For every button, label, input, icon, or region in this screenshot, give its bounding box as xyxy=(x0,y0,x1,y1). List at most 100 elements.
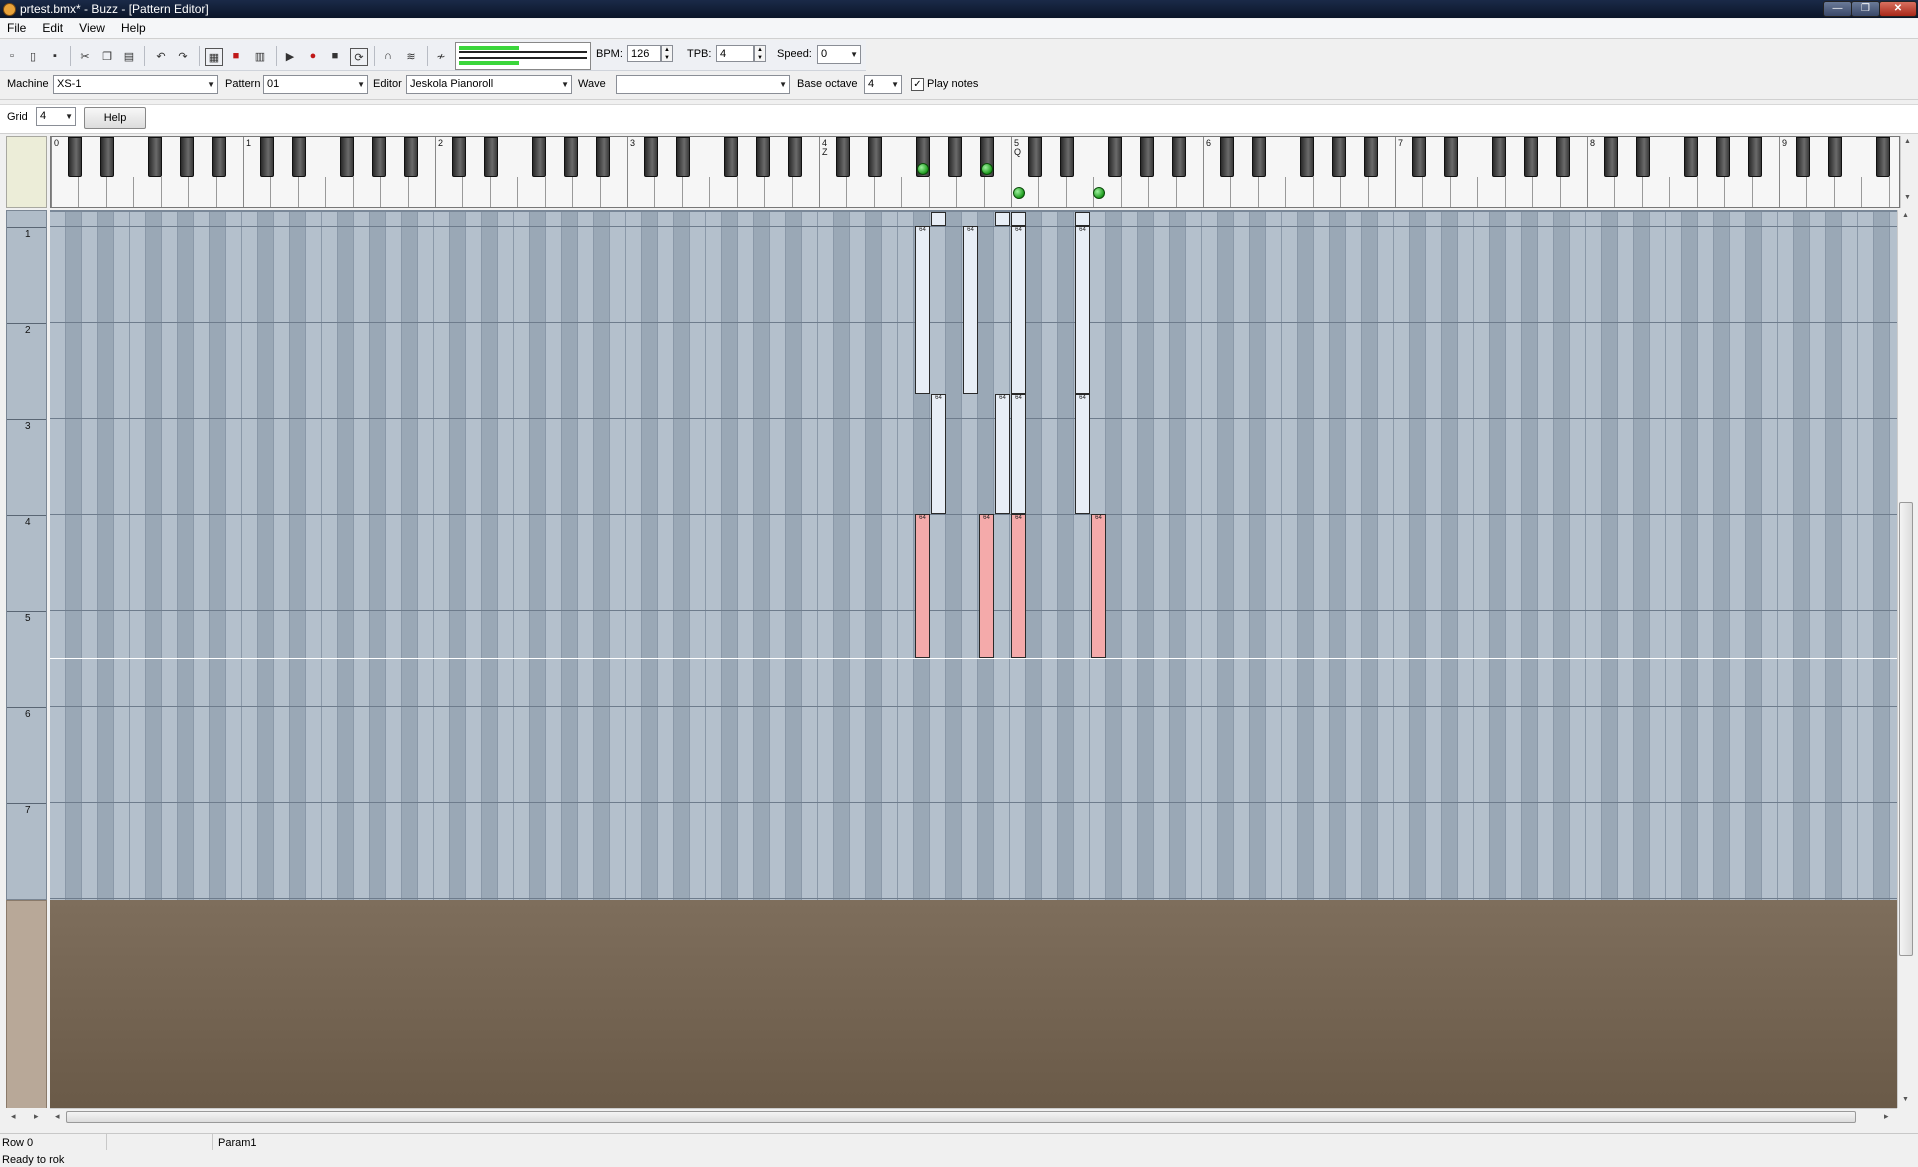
pianoroll-grid[interactable]: 64 64 64 64 64 64 64 64 64 64 64 64 xyxy=(50,210,1897,900)
cut-icon[interactable]: ✂ xyxy=(77,48,93,64)
pianoroll-column[interactable] xyxy=(594,210,610,900)
black-key[interactable] xyxy=(1716,137,1730,177)
pianoroll-column[interactable] xyxy=(1778,210,1794,900)
pianoroll-column[interactable] xyxy=(466,210,482,900)
vertical-scrollbar[interactable]: ▲ ▼ xyxy=(1897,210,1915,1108)
record-icon[interactable]: ● xyxy=(305,48,321,64)
pianoroll-column[interactable] xyxy=(850,210,866,900)
pianoroll-column[interactable] xyxy=(434,210,450,900)
black-key[interactable] xyxy=(756,137,770,177)
pianoroll-column[interactable] xyxy=(1522,210,1538,900)
black-key[interactable] xyxy=(1028,137,1042,177)
pianoroll-column[interactable] xyxy=(1378,210,1394,900)
pianoroll-column[interactable] xyxy=(162,210,178,900)
black-key[interactable] xyxy=(676,137,690,177)
black-key[interactable] xyxy=(644,137,658,177)
note-block[interactable]: 64 xyxy=(1075,394,1090,515)
wave-table-icon[interactable]: ≋ xyxy=(403,48,419,64)
pianoroll-column[interactable] xyxy=(674,210,690,900)
pianoroll-column[interactable] xyxy=(1410,210,1426,900)
pianoroll-column[interactable] xyxy=(1042,210,1058,900)
new-file-icon[interactable]: ▫ xyxy=(4,48,20,64)
pianoroll-column[interactable] xyxy=(1890,210,1897,900)
copy-icon[interactable]: ❐ xyxy=(99,48,115,64)
menu-edit[interactable]: Edit xyxy=(35,19,69,35)
pianoroll-column[interactable] xyxy=(690,210,706,900)
save-icon[interactable]: ▪ xyxy=(47,48,63,64)
note-block[interactable] xyxy=(1011,212,1026,227)
play-icon[interactable]: ▶ xyxy=(282,48,298,64)
stop-icon[interactable]: ■ xyxy=(327,48,343,64)
tpb-input[interactable]: 4 xyxy=(716,45,754,62)
pianoroll-column[interactable] xyxy=(610,210,626,900)
black-key[interactable] xyxy=(1636,137,1650,177)
pianoroll-column[interactable] xyxy=(1554,210,1570,900)
pianoroll-column[interactable] xyxy=(1858,210,1874,900)
undo-icon[interactable]: ↶ xyxy=(153,48,169,64)
menu-file[interactable]: File xyxy=(0,19,32,35)
scroll-up-icon[interactable]: ▲ xyxy=(1902,212,1909,219)
pianoroll-column[interactable] xyxy=(738,210,754,900)
black-key[interactable] xyxy=(1060,137,1074,177)
pianoroll-column[interactable] xyxy=(1362,210,1378,900)
pianoroll-column[interactable] xyxy=(1234,210,1250,900)
note-block[interactable] xyxy=(1075,212,1090,227)
black-key[interactable] xyxy=(1108,137,1122,177)
pianoroll-column[interactable] xyxy=(146,210,162,900)
pianoroll-column[interactable] xyxy=(1186,210,1202,900)
pianoroll-column[interactable] xyxy=(706,210,722,900)
pianoroll-column[interactable] xyxy=(1138,210,1154,900)
pianoroll-column[interactable] xyxy=(1618,210,1634,900)
note-block[interactable]: 64 xyxy=(1011,514,1026,659)
tpb-spinner[interactable]: ▲ ▼ xyxy=(754,45,766,62)
pianoroll-column[interactable] xyxy=(370,210,386,900)
pianoroll-column[interactable] xyxy=(1426,210,1442,900)
pianoroll-column[interactable] xyxy=(98,210,114,900)
black-key[interactable] xyxy=(484,137,498,177)
pianoroll-column[interactable] xyxy=(546,210,562,900)
black-key[interactable] xyxy=(404,137,418,177)
black-key[interactable] xyxy=(564,137,578,177)
horizontal-scrollbar[interactable]: ◂ ▸ xyxy=(50,1108,1897,1125)
pianoroll-column[interactable] xyxy=(114,210,130,900)
black-key[interactable] xyxy=(948,137,962,177)
note-block[interactable]: 64 xyxy=(931,394,946,515)
scroll-down-icon[interactable]: ▼ xyxy=(1902,1096,1909,1103)
black-key[interactable] xyxy=(340,137,354,177)
pianoroll-column[interactable] xyxy=(1106,210,1122,900)
pianoroll-column[interactable] xyxy=(338,210,354,900)
horizontal-scroll-thumb[interactable] xyxy=(66,1111,1856,1123)
paste-icon[interactable]: ▤ xyxy=(121,48,137,64)
vertical-scroll-thumb[interactable] xyxy=(1899,502,1913,956)
editor-select[interactable]: Jeskola Pianoroll ▼ xyxy=(406,75,572,94)
pianoroll-column[interactable] xyxy=(402,210,418,900)
ruler-scrollbar[interactable]: ◂ ▸ xyxy=(6,1108,47,1124)
scroll-left-icon[interactable]: ◂ xyxy=(55,1111,60,1122)
speed-select[interactable]: 0 ▼ xyxy=(817,45,861,64)
pianoroll-column[interactable] xyxy=(834,210,850,900)
note-block[interactable]: 64 xyxy=(915,226,930,395)
pianoroll-column[interactable] xyxy=(562,210,578,900)
pianoroll-column[interactable] xyxy=(1170,210,1186,900)
pianoroll-column[interactable] xyxy=(498,210,514,900)
black-key[interactable] xyxy=(1140,137,1154,177)
scroll-up-icon[interactable]: ▲ xyxy=(1904,138,1911,145)
pianoroll-column[interactable] xyxy=(1282,210,1298,900)
note-block[interactable] xyxy=(995,212,1010,227)
black-key[interactable] xyxy=(1364,137,1378,177)
cpu-meter-icon[interactable]: ≁ xyxy=(433,48,449,64)
note-block[interactable] xyxy=(931,212,946,227)
note-block[interactable]: 64 xyxy=(915,514,930,659)
scroll-left-icon[interactable]: ◂ xyxy=(11,1111,16,1122)
pianoroll-column[interactable] xyxy=(530,210,546,900)
bpm-input[interactable]: 126 xyxy=(627,45,661,62)
black-key[interactable] xyxy=(1172,137,1186,177)
pianoroll-column[interactable] xyxy=(1506,210,1522,900)
black-key[interactable] xyxy=(1332,137,1346,177)
wave-select[interactable]: ▼ xyxy=(616,75,790,94)
black-key[interactable] xyxy=(1300,137,1314,177)
pianoroll-column[interactable] xyxy=(578,210,594,900)
pianoroll-column[interactable] xyxy=(1714,210,1730,900)
black-key[interactable] xyxy=(292,137,306,177)
pianoroll-column[interactable] xyxy=(1218,210,1234,900)
